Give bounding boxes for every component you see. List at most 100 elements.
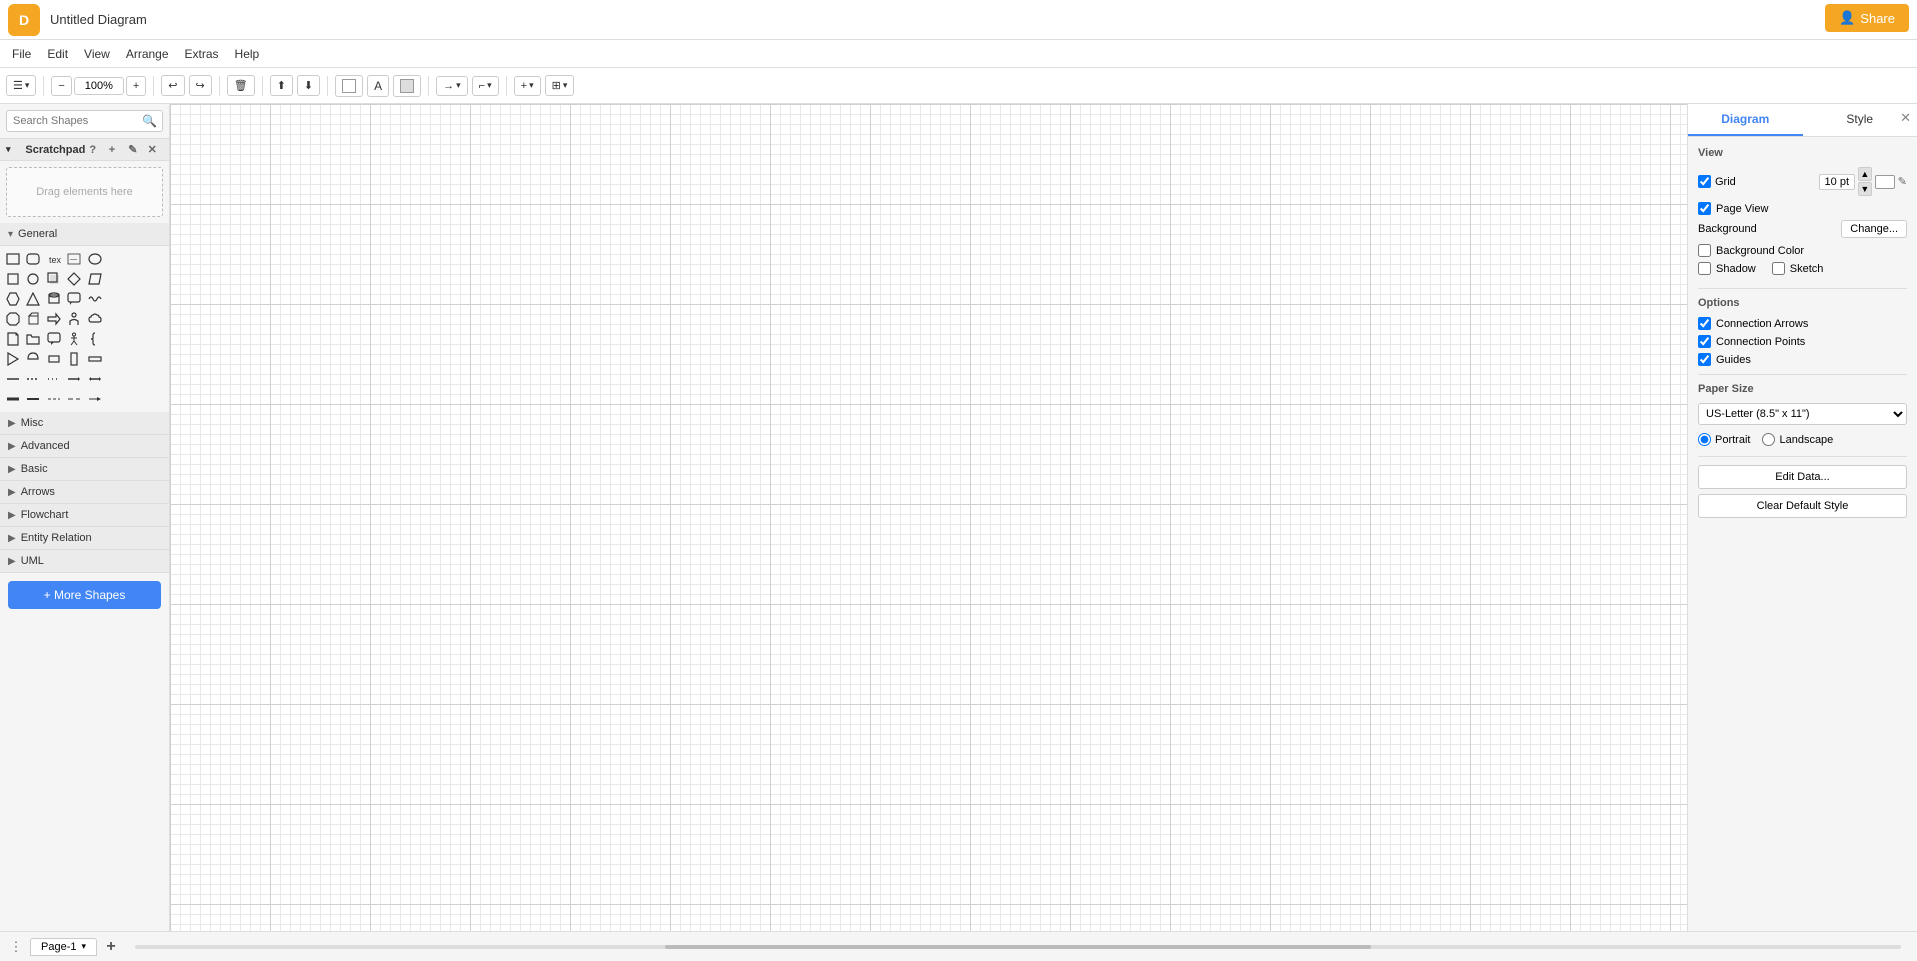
shape-line-dashed[interactable] (24, 370, 42, 388)
menu-extras[interactable]: Extras (177, 43, 227, 65)
shape-text[interactable]: text (45, 250, 63, 268)
more-shapes-button[interactable]: + More Shapes (8, 581, 161, 609)
shape-person[interactable] (65, 310, 83, 328)
bottom-menu-icon[interactable]: ⋮ (6, 937, 26, 957)
waypoint-btn[interactable]: ⌐ ▾ (472, 76, 499, 96)
shape-circle[interactable] (24, 270, 42, 288)
grid-label[interactable]: Grid (1698, 175, 1736, 188)
shape-line-thin-dashed[interactable] (45, 390, 63, 408)
shape-arrow-right[interactable] (45, 310, 63, 328)
shadow-btn[interactable] (393, 75, 421, 97)
guides-checkbox[interactable] (1698, 353, 1711, 366)
to-back-btn[interactable]: ⬇ (297, 75, 320, 96)
clear-default-style-button[interactable]: Clear Default Style (1698, 494, 1907, 518)
fill-color-btn[interactable] (335, 75, 363, 97)
shape-line-double-arrow[interactable] (86, 370, 104, 388)
menu-edit[interactable]: Edit (39, 43, 76, 65)
grid-edit-icon[interactable]: ✎ (1898, 175, 1907, 188)
table-btn[interactable]: ⊞ ▾ (545, 75, 575, 96)
sketch-checkbox[interactable] (1772, 262, 1785, 275)
change-background-button[interactable]: Change... (1841, 220, 1907, 238)
connection-arrows-checkbox[interactable] (1698, 317, 1711, 330)
horizontal-scrollbar-thumb[interactable] (665, 945, 1371, 949)
shape-arrow-stub[interactable] (86, 390, 104, 408)
shape-folder[interactable] (24, 330, 42, 348)
shape-half-circle[interactable] (24, 350, 42, 368)
shadow-checkbox[interactable] (1698, 262, 1711, 275)
section-header-flowchart[interactable]: ▶ Flowchart (0, 504, 169, 527)
shape-square[interactable] (4, 270, 22, 288)
background-color-checkbox[interactable] (1698, 244, 1711, 257)
shape-diamond[interactable] (65, 270, 83, 288)
landscape-radio[interactable] (1762, 433, 1775, 446)
edit-data-button[interactable]: Edit Data... (1698, 465, 1907, 489)
section-header-misc[interactable]: ▶ Misc (0, 412, 169, 435)
shape-line-medium[interactable] (24, 390, 42, 408)
undo-btn[interactable]: ↩ (161, 75, 184, 96)
connection-style-btn[interactable]: → ▾ (436, 76, 468, 96)
page-tab-1[interactable]: Page-1 ▾ (30, 938, 97, 956)
shape-stick-figure[interactable] (65, 330, 83, 348)
landscape-option[interactable]: Landscape (1762, 433, 1833, 446)
shape-doc[interactable] (4, 330, 22, 348)
menu-help[interactable]: Help (227, 43, 268, 65)
shape-3d-box[interactable] (24, 310, 42, 328)
shape-octagon[interactable] (4, 310, 22, 328)
paper-size-select[interactable]: US-Letter (8.5" x 11") A4 (8.27" x 11.69… (1698, 403, 1907, 425)
search-input[interactable] (6, 110, 163, 132)
shape-rect-shadow[interactable] (45, 270, 63, 288)
zoom-out-btn[interactable]: − (51, 76, 71, 96)
shape-wave[interactable] (86, 290, 104, 308)
shape-triangle[interactable] (24, 290, 42, 308)
portrait-option[interactable]: Portrait (1698, 433, 1750, 446)
connection-points-label[interactable]: Connection Points (1716, 336, 1805, 348)
grid-checkbox[interactable] (1698, 175, 1711, 188)
redo-btn[interactable]: ↪ (189, 75, 212, 96)
menu-file[interactable]: File (4, 43, 39, 65)
connection-points-checkbox[interactable] (1698, 335, 1711, 348)
section-header-uml[interactable]: ▶ UML (0, 550, 169, 573)
add-page-button[interactable]: + (101, 937, 121, 957)
shape-text-box[interactable]: — (65, 250, 83, 268)
insert-btn[interactable]: + ▾ (514, 76, 541, 96)
menu-arrange[interactable]: Arrange (118, 43, 177, 65)
menu-view[interactable]: View (76, 43, 118, 65)
guides-label[interactable]: Guides (1716, 354, 1751, 366)
shape-triangle-right[interactable] (4, 350, 22, 368)
grid-color-swatch[interactable] (1875, 175, 1895, 189)
sketch-label[interactable]: Sketch (1790, 263, 1824, 275)
background-color-label[interactable]: Background Color (1716, 245, 1804, 257)
shape-ellipse[interactable] (86, 250, 104, 268)
section-header-entity-relation[interactable]: ▶ Entity Relation (0, 527, 169, 550)
connection-arrows-label[interactable]: Connection Arrows (1716, 318, 1808, 330)
shape-wide-rect[interactable] (86, 350, 104, 368)
shape-tall-rect[interactable] (65, 350, 83, 368)
to-front-btn[interactable]: ⬆ (270, 75, 293, 96)
shape-line-dashed-2[interactable] (65, 390, 83, 408)
shape-brace[interactable] (86, 330, 104, 348)
grid-size-up-btn[interactable]: ▲ (1858, 167, 1872, 181)
shape-line-thick[interactable] (4, 390, 22, 408)
shape-line-dotted[interactable] (45, 370, 63, 388)
zoom-in-btn[interactable]: + (126, 76, 146, 96)
shape-cylinder[interactable] (45, 290, 63, 308)
right-panel-close-icon[interactable]: ✕ (1900, 110, 1911, 126)
grid-size-down-btn[interactable]: ▼ (1858, 182, 1872, 196)
page-view-label[interactable]: Page View (1716, 203, 1768, 215)
section-header-arrows[interactable]: ▶ Arrows (0, 481, 169, 504)
scratchpad-help-icon[interactable]: ? (89, 144, 104, 156)
share-button[interactable]: 👤 Share (1825, 4, 1909, 32)
delete-btn[interactable]: 🗑 (227, 75, 255, 96)
shape-parallelogram[interactable] (86, 270, 104, 288)
tab-diagram[interactable]: Diagram (1688, 104, 1803, 136)
page-view-checkbox[interactable] (1698, 202, 1711, 215)
section-header-advanced[interactable]: ▶ Advanced (0, 435, 169, 458)
scratchpad-area[interactable]: Drag elements here (6, 167, 163, 217)
shadow-label[interactable]: Shadow (1716, 263, 1756, 275)
shape-rounded-rect[interactable] (24, 250, 42, 268)
canvas-area[interactable] (170, 104, 1687, 931)
shape-cloud[interactable] (86, 310, 104, 328)
section-header-basic[interactable]: ▶ Basic (0, 458, 169, 481)
portrait-radio[interactable] (1698, 433, 1711, 446)
scratchpad-close-icon[interactable]: ✕ (148, 143, 163, 156)
